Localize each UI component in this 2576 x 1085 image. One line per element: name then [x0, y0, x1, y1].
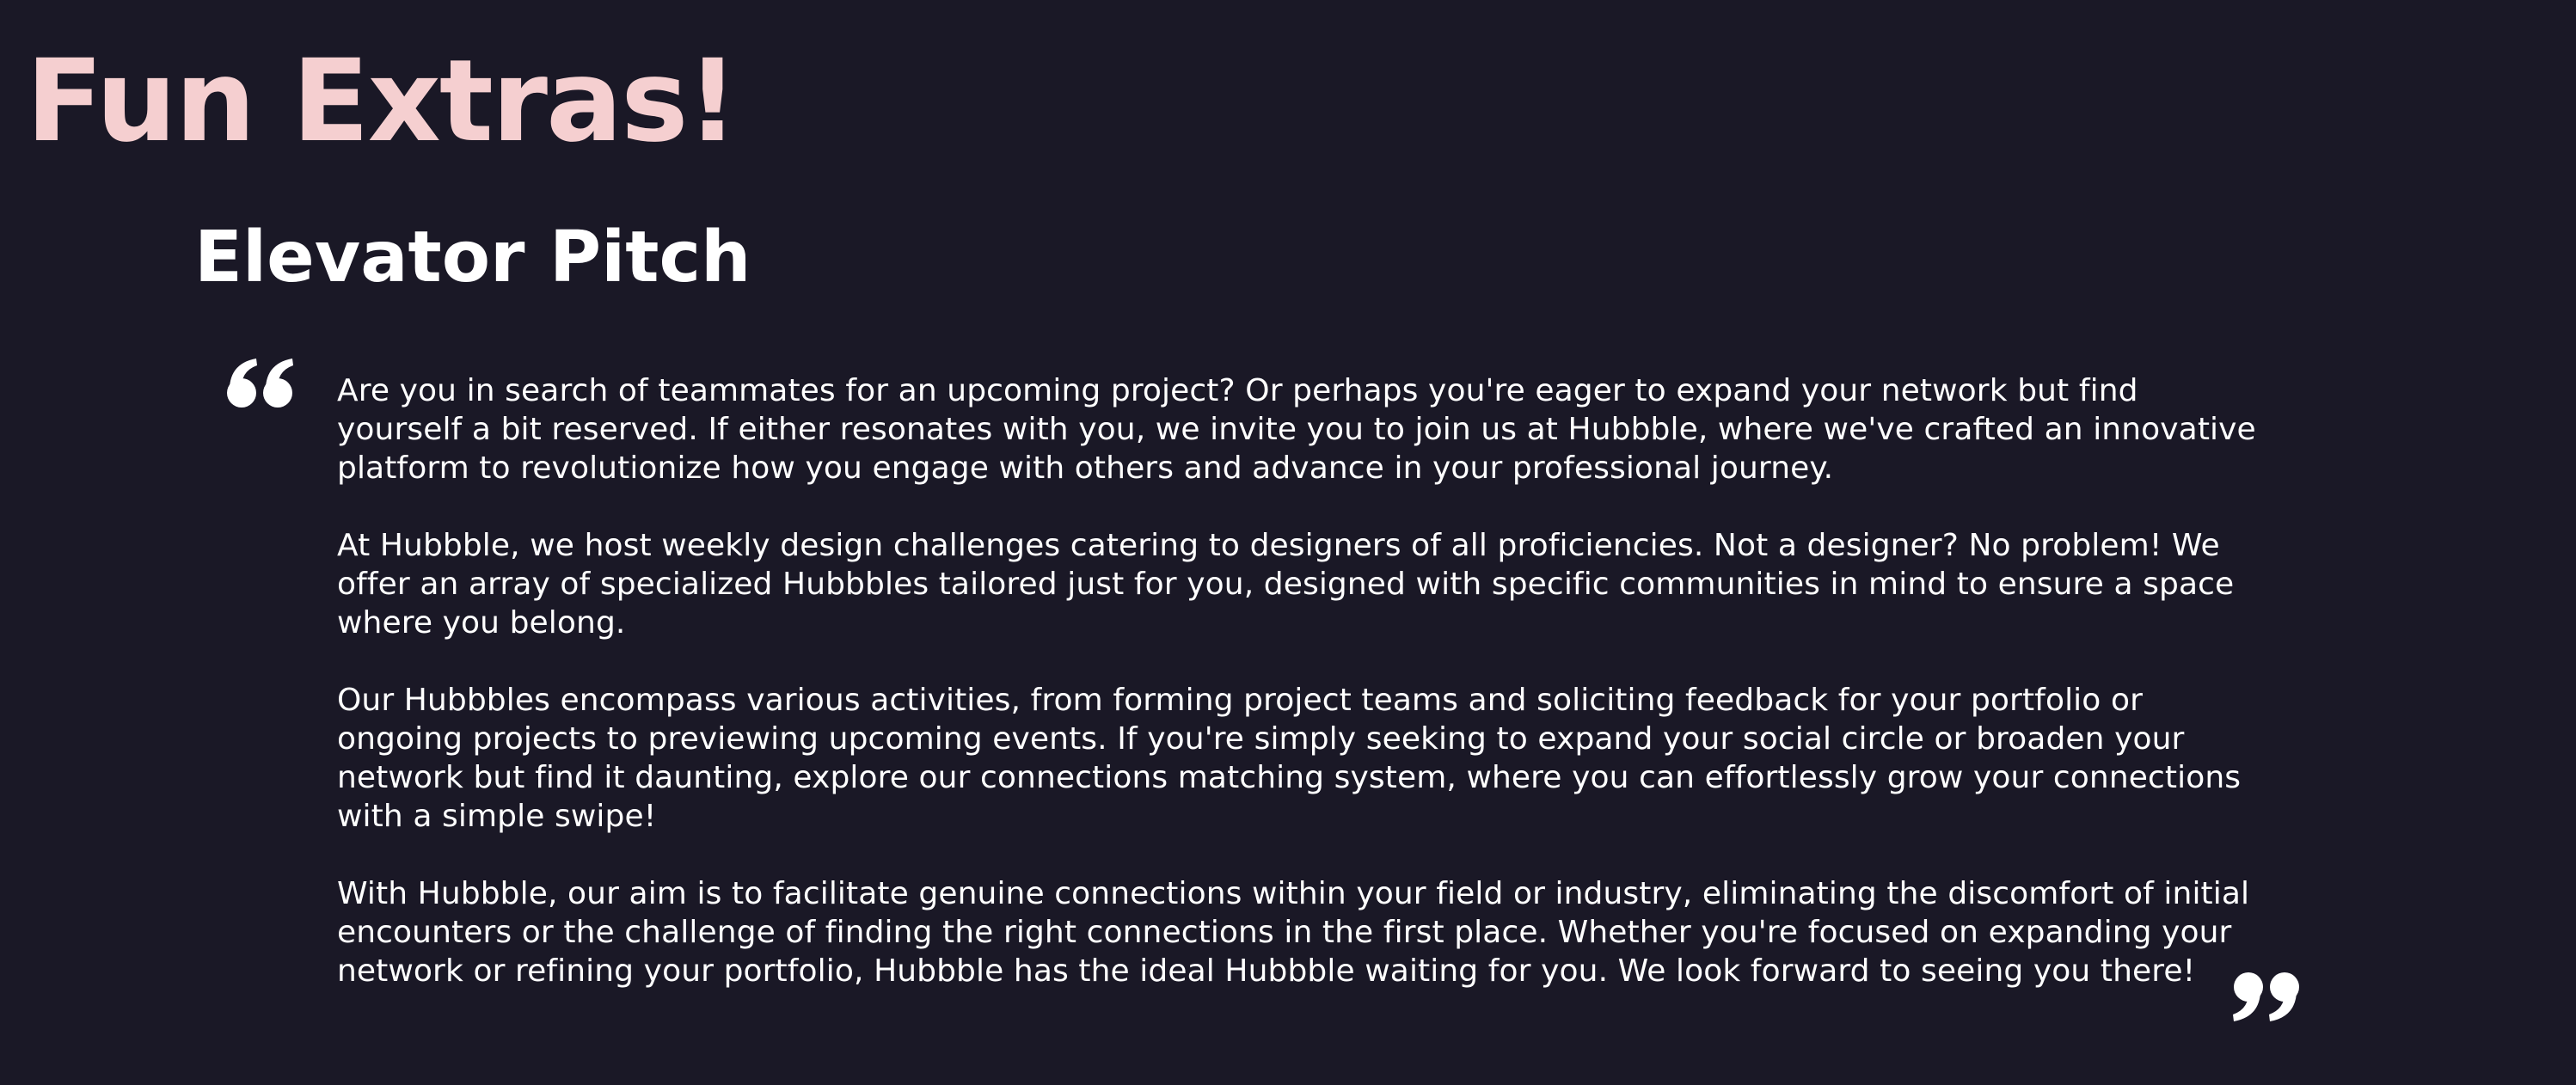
- section-heading: Elevator Pitch: [194, 217, 751, 298]
- pitch-paragraph: Our Hubbbles encompass various activitie…: [337, 683, 2242, 834]
- open-quote-icon: [227, 359, 293, 408]
- elevator-pitch-text: Are you in search of teammates for an up…: [337, 371, 2263, 990]
- pitch-paragraph: At Hubbble, we host weekly design challe…: [337, 528, 2235, 641]
- close-quote-icon: [2233, 972, 2299, 1021]
- pitch-paragraph: With Hubbble, our aim is to facilitate g…: [337, 876, 2250, 989]
- pitch-paragraph: Are you in search of teammates for an up…: [337, 373, 2256, 486]
- page-title: Fun Extras!: [26, 35, 739, 168]
